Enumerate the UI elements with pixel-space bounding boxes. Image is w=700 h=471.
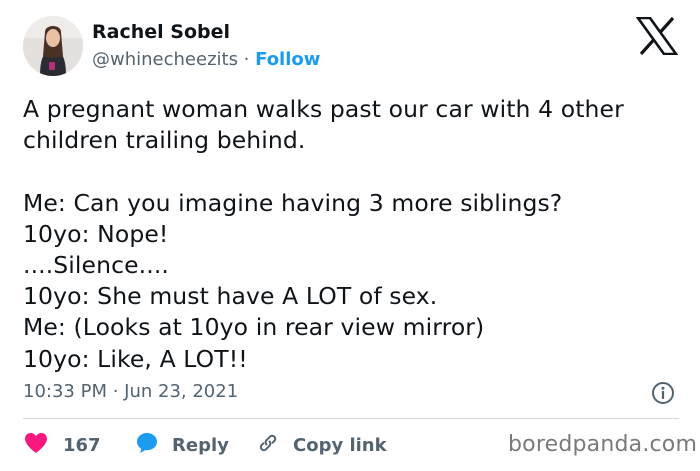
x-logo-icon[interactable] xyxy=(635,16,679,56)
avatar-photo xyxy=(23,16,83,76)
avatar[interactable] xyxy=(23,16,83,76)
heart-icon xyxy=(24,432,48,458)
copy-link-button[interactable]: Copy link xyxy=(256,430,387,460)
author-handle[interactable]: @whinecheezits xyxy=(92,49,238,70)
speech-bubble-icon xyxy=(135,431,159,459)
timestamp-link[interactable]: 10:33 PM · Jun 23, 2021 xyxy=(23,381,238,402)
author-name[interactable]: Rachel Sobel xyxy=(92,21,230,43)
watermark: boredpanda.com xyxy=(508,432,698,457)
like-button[interactable]: 167 xyxy=(24,430,101,460)
reply-label: Reply xyxy=(172,434,229,456)
info-icon[interactable] xyxy=(651,381,675,405)
reply-button[interactable]: Reply xyxy=(135,430,229,460)
meta-separator: · xyxy=(237,49,256,70)
copy-link-label: Copy link xyxy=(293,434,387,456)
tweet-text: A pregnant woman walks past our car with… xyxy=(23,95,624,373)
tweet-card: Rachel Sobel @whinecheezits · Follow A p… xyxy=(0,0,700,471)
author-meta: @whinecheezits · Follow xyxy=(92,49,320,70)
like-count: 167 xyxy=(63,434,101,456)
divider xyxy=(23,418,679,419)
link-icon xyxy=(256,431,280,459)
follow-button[interactable]: Follow xyxy=(255,49,320,70)
